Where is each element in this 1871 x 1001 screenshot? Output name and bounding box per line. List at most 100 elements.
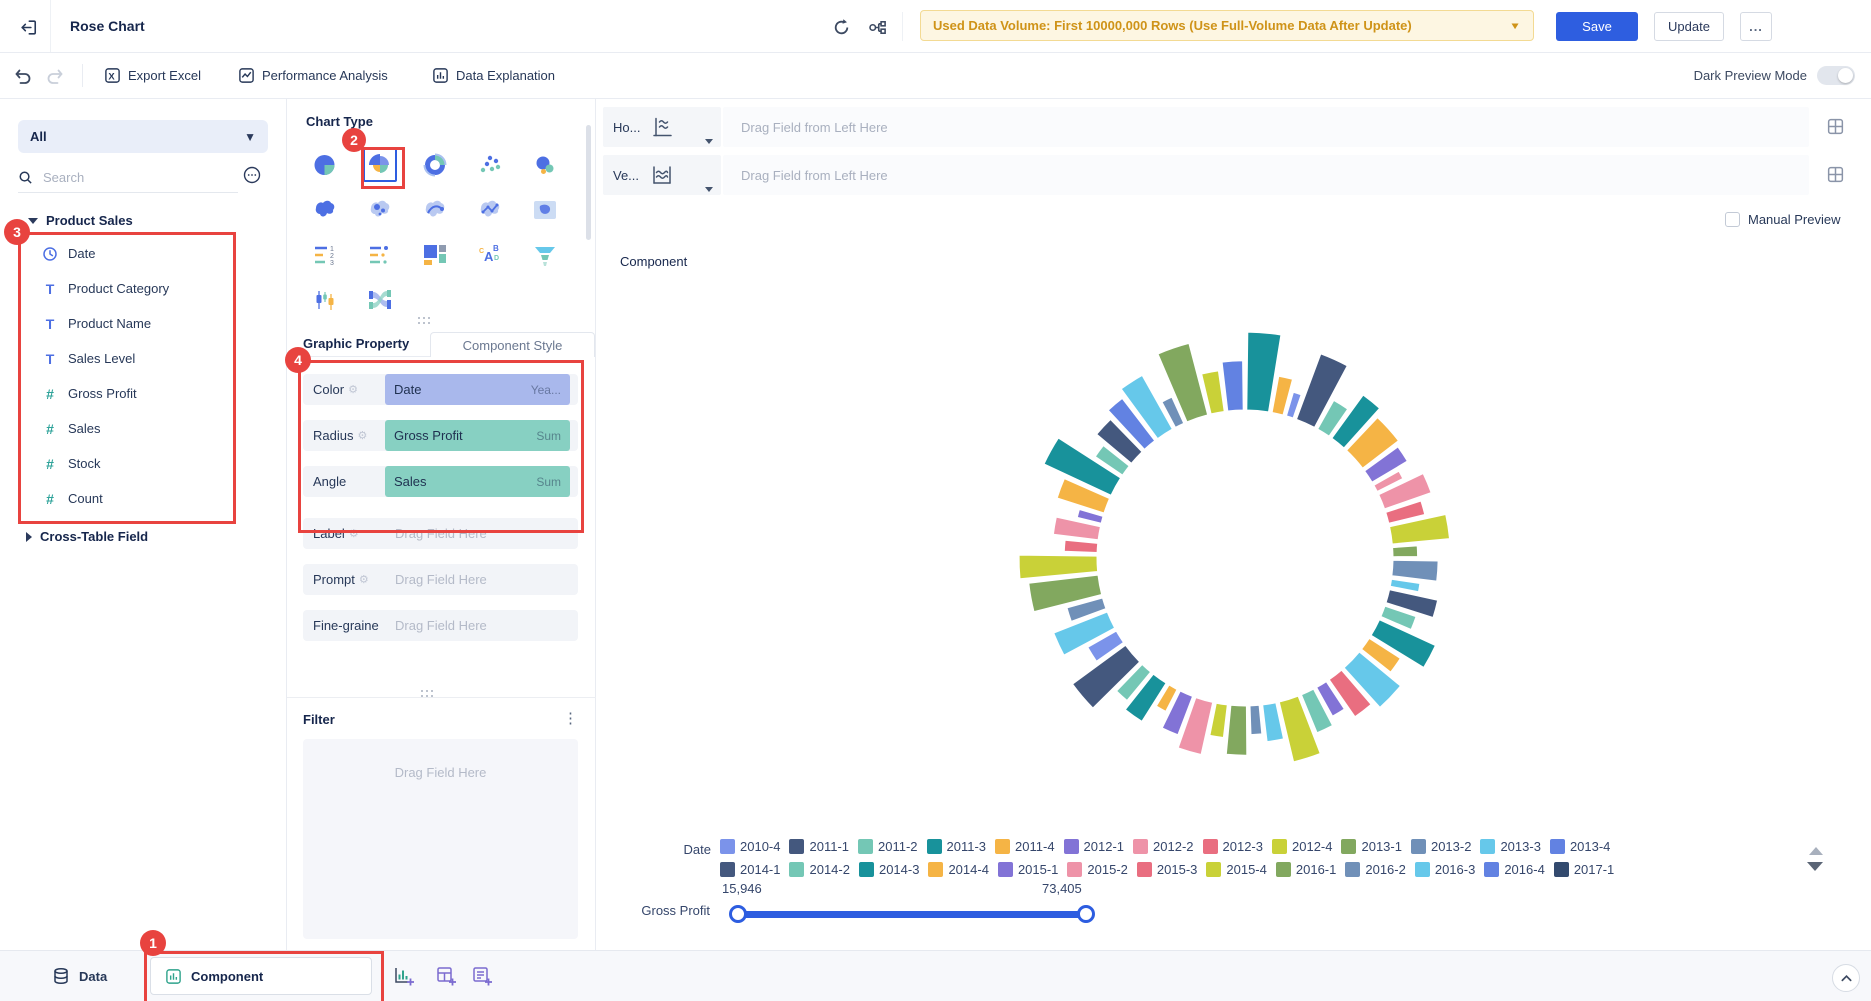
legend-item-2012-1[interactable]: 2012-1 [1063,839,1124,854]
rose-petal[interactable] [1389,578,1421,593]
chart-type-bubble-icon[interactable] [528,148,562,182]
table-node-product-sales[interactable]: Product Sales [28,213,133,228]
legend-item-2010-4[interactable]: 2010-4 [720,839,780,854]
property-row-color[interactable]: Color ⚙ Date Yea... [303,374,578,405]
vertical-axis-dropzone[interactable]: Drag Field from Left Here [723,155,1809,195]
legend-item-2016-1[interactable]: 2016-1 [1275,862,1336,877]
field-item-gross-profit[interactable]: # Gross Profit [0,376,287,411]
legend-item-2015-1[interactable]: 2015-1 [997,862,1058,877]
field-item-product-name[interactable]: T Product Name [0,306,287,341]
chart-type-doughnut-icon[interactable] [418,148,452,182]
legend-item-2012-3[interactable]: 2012-3 [1202,839,1263,854]
tab-component-style[interactable]: Component Style [430,332,595,357]
rose-chart[interactable] [985,298,1505,818]
add-chart-icon[interactable] [393,965,415,987]
chart-type-heat-map-icon[interactable] [528,193,562,227]
legend-item-2013-3[interactable]: 2013-3 [1480,839,1541,854]
filter-dropzone[interactable]: Drag Field Here [303,739,578,939]
legend-item-2012-4[interactable]: 2012-4 [1272,839,1332,854]
rose-petal[interactable] [1225,704,1248,756]
collapsed-triangle-icon[interactable] [26,531,32,542]
export-excel-button[interactable]: X Export Excel [104,53,201,98]
performance-analysis-button[interactable]: Performance Analysis [238,53,388,98]
chart-type-dot-line-icon[interactable] [363,238,397,272]
field-pill-gross-profit[interactable]: Gross Profit Sum [385,420,570,451]
field-item-stock[interactable]: # Stock [0,446,287,481]
legend-item-2016-4[interactable]: 2016-4 [1484,862,1545,877]
field-item-count[interactable]: # Count [0,481,287,516]
field-pill-sales[interactable]: Sales Sum [385,466,570,497]
legend-item-2014-4[interactable]: 2014-4 [928,862,989,877]
legend-item-2014-1[interactable]: 2014-1 [720,862,780,877]
scrollbar[interactable] [586,125,591,240]
legend-item-2013-4[interactable]: 2013-4 [1549,839,1610,854]
undo-icon[interactable] [12,65,34,87]
legend-item-2015-2[interactable]: 2015-2 [1067,862,1128,877]
property-row-radius[interactable]: Radius ⚙ Gross Profit Sum [303,420,578,451]
legend-item-2011-4[interactable]: 2011-4 [995,839,1055,854]
legend-item-2013-1[interactable]: 2013-1 [1341,839,1402,854]
gear-icon[interactable]: ⚙ [357,429,367,442]
data-explanation-button[interactable]: Data Explanation [432,53,555,98]
manual-preview-checkbox[interactable]: Manual Preview [1725,212,1841,227]
checkbox-icon[interactable] [1725,212,1740,227]
slider-handle-max[interactable] [1077,905,1095,923]
property-row-fine-grained[interactable]: Fine-grained Drag Field Here [303,610,578,641]
field-item-sales-level[interactable]: T Sales Level [0,341,287,376]
add-table-icon[interactable] [435,965,457,987]
legend-item-2014-2[interactable]: 2014-2 [789,862,850,877]
rose-petal[interactable] [1209,702,1228,739]
rose-petal[interactable] [1063,539,1099,554]
save-button[interactable]: Save [1556,12,1638,41]
legend-item-2017-1[interactable]: 2017-1 [1553,862,1614,877]
property-row-angle[interactable]: Angle Sales Sum [303,466,578,497]
add-report-icon[interactable] [471,965,493,987]
chart-type-bubble-map-icon[interactable] [363,193,397,227]
chart-type-candlestick-icon[interactable] [308,283,342,317]
gear-icon[interactable]: ⚙ [349,527,359,540]
legend-item-2011-3[interactable]: 2011-3 [926,839,986,854]
update-button[interactable]: Update [1654,12,1724,41]
chart-type-sankey-icon[interactable] [363,283,397,317]
axis-setting-icon[interactable] [1826,165,1846,185]
gear-icon[interactable]: ⚙ [359,573,369,586]
chart-type-pie-icon[interactable] [308,148,342,182]
kebab-menu-icon[interactable]: ⋮ [563,709,578,727]
field-item-sales[interactable]: # Sales [0,411,287,446]
chart-type-word-cloud-icon[interactable]: CABD [473,238,507,272]
chart-type-map-icon[interactable] [308,193,342,227]
legend-item-2011-2[interactable]: 2011-2 [858,839,918,854]
rose-petal[interactable] [1391,559,1439,582]
chart-type-funnel-icon[interactable] [528,238,562,272]
drag-handle[interactable] [418,317,433,327]
chart-type-flow-map-icon[interactable] [418,193,452,227]
tab-data[interactable]: Data [52,951,107,1001]
expand-triangle-icon[interactable] [28,217,38,224]
rose-petal[interactable] [1392,545,1419,558]
legend-item-2012-2[interactable]: 2012-2 [1133,839,1194,854]
refresh-icon[interactable] [830,16,852,38]
more-button[interactable]: ... [1740,12,1772,41]
chevron-down-icon[interactable] [705,139,713,144]
collapse-button[interactable] [1832,964,1860,992]
search-options-icon[interactable] [242,165,262,185]
redo-icon[interactable] [44,65,66,87]
dark-preview-toggle[interactable] [1817,66,1855,85]
gear-icon[interactable]: ⚙ [348,383,358,396]
back-icon[interactable] [14,13,42,41]
search-input[interactable] [41,169,215,186]
slider-handle-min[interactable] [729,905,747,923]
horizontal-axis-dropzone[interactable]: Drag Field from Left Here [723,107,1809,147]
chart-type-path-map-icon[interactable] [473,193,507,227]
property-row-label[interactable]: Label ⚙ Drag Field Here [303,518,578,549]
chart-type-rose-icon[interactable] [362,147,397,182]
data-volume-warning[interactable]: Used Data Volume: First 10000,000 Rows (… [920,10,1534,41]
legend-item-2015-3[interactable]: 2015-3 [1136,862,1197,877]
field-item-date[interactable]: Date [0,236,287,271]
rose-petal[interactable] [1018,554,1099,580]
rose-petal[interactable] [1157,342,1209,423]
chart-type-rank-icon[interactable]: 123 [308,238,342,272]
chart-type-scatter-icon[interactable] [473,148,507,182]
legend-item-2016-2[interactable]: 2016-2 [1345,862,1406,877]
lineage-icon[interactable] [866,16,888,38]
